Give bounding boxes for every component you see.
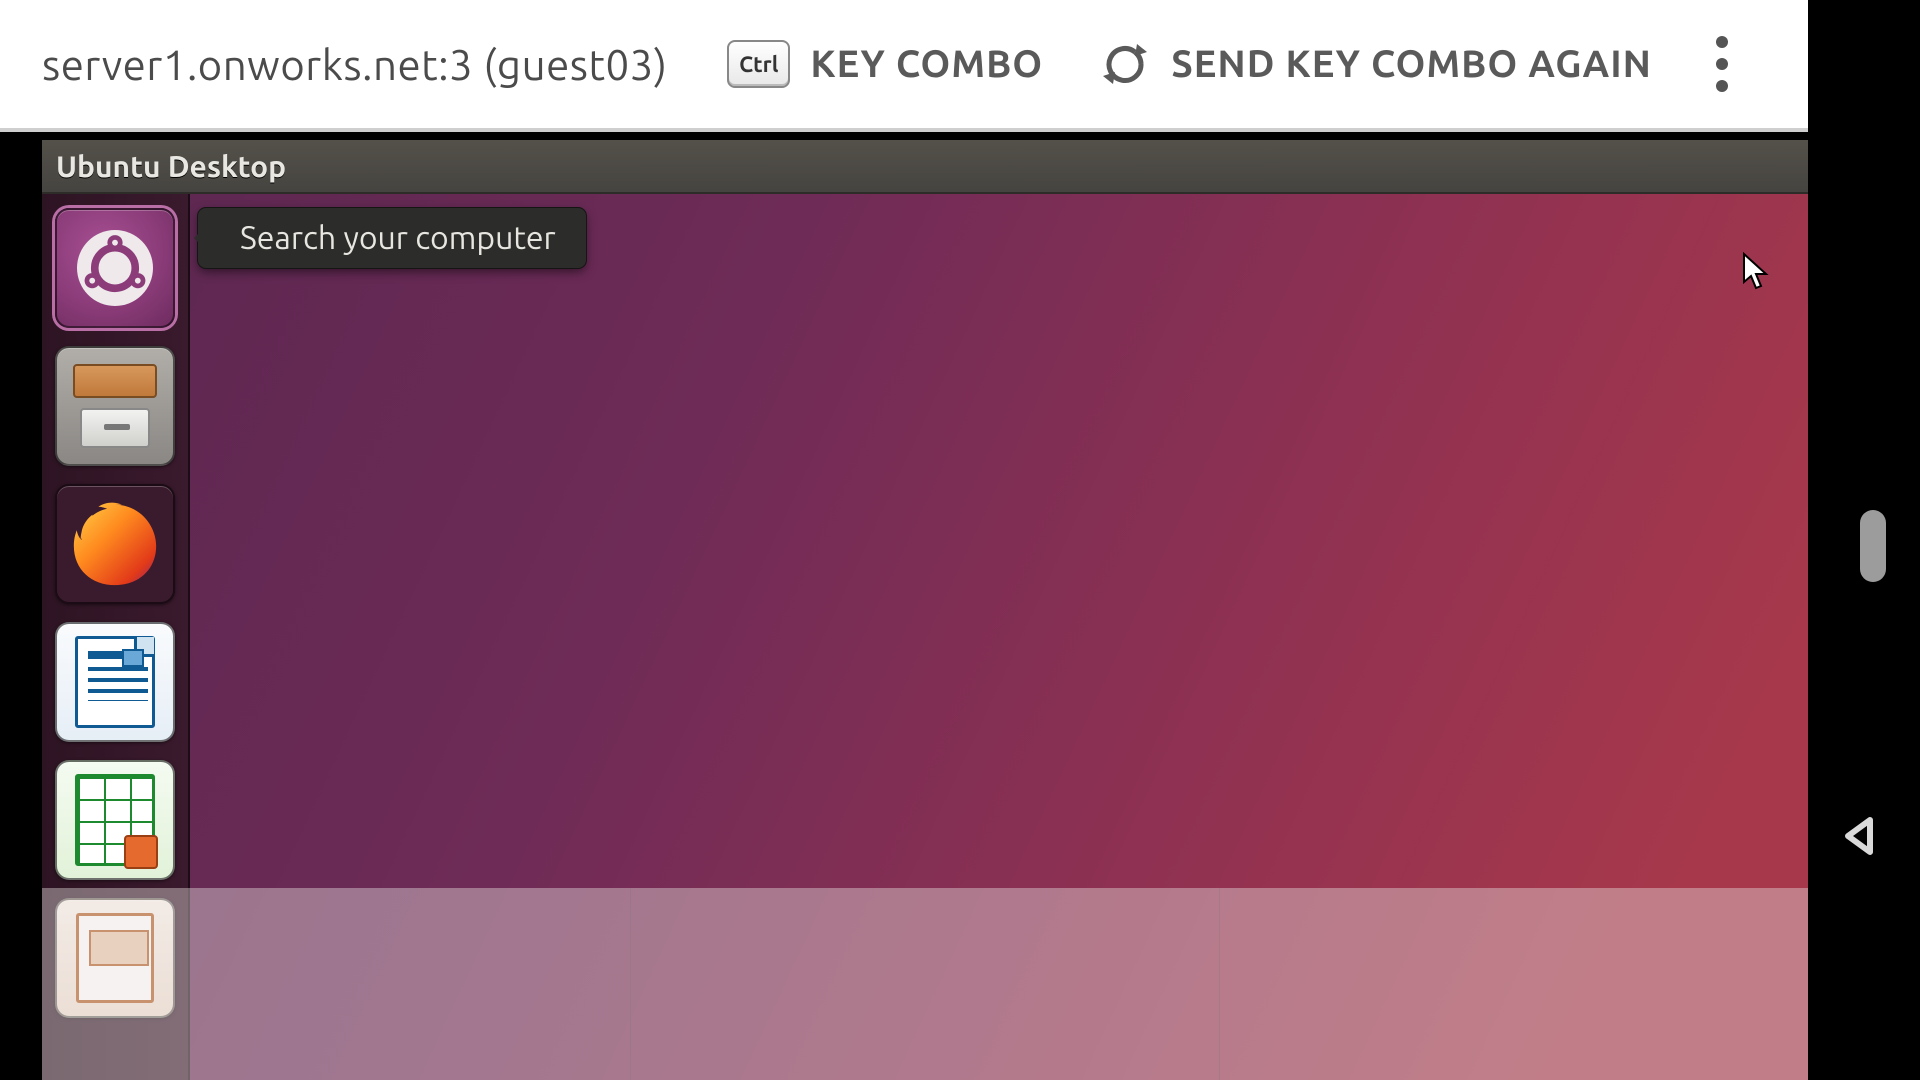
launcher-calc[interactable]: [55, 760, 175, 880]
overflow-menu-button[interactable]: [1708, 28, 1736, 100]
launcher-firefox[interactable]: [55, 484, 175, 604]
host-toolbar: server1.onworks.net:3 (guest03) Ctrl KEY…: [0, 0, 1808, 128]
scrollbar-thumb[interactable]: [1860, 510, 1886, 582]
android-overlay-strip: [42, 888, 1808, 1080]
remote-cursor-icon: [1742, 252, 1770, 292]
calc-icon: [75, 774, 155, 866]
ubuntu-menubar[interactable]: Ubuntu Desktop: [42, 140, 1808, 194]
overlay-segment[interactable]: [1220, 888, 1808, 1080]
host-divider: [0, 128, 1808, 132]
refresh-icon: [1099, 38, 1151, 90]
vnc-viewport[interactable]: Ubuntu Desktop: [42, 140, 1808, 1080]
back-triangle-icon: [1836, 812, 1884, 860]
key-combo-button[interactable]: Ctrl KEY COMBO: [727, 40, 1043, 88]
files-icon: [80, 408, 150, 448]
menubar-title: Ubuntu Desktop: [56, 149, 286, 183]
files-icon: [73, 364, 157, 398]
ubuntu-dash-icon: [77, 230, 153, 306]
launcher-files[interactable]: [55, 346, 175, 466]
writer-icon: [75, 636, 155, 728]
dot-icon: [1716, 80, 1728, 92]
key-combo-label: KEY COMBO: [810, 43, 1043, 85]
dot-icon: [1716, 58, 1728, 70]
ctrl-key-icon: Ctrl: [727, 40, 790, 88]
android-nav-rail: [1808, 0, 1920, 1080]
send-again-label: SEND KEY COMBO AGAIN: [1171, 43, 1652, 85]
host-actions: Ctrl KEY COMBO SEND KEY COMBO AGAIN: [727, 28, 1808, 100]
dot-icon: [1716, 36, 1728, 48]
firefox-icon: [66, 495, 164, 593]
android-back-button[interactable]: [1836, 812, 1884, 860]
connection-title: server1.onworks.net:3 (guest03): [42, 41, 668, 88]
dash-tooltip: Search your computer: [198, 208, 586, 268]
overlay-segment[interactable]: [631, 888, 1220, 1080]
send-key-combo-again-button[interactable]: SEND KEY COMBO AGAIN: [1099, 38, 1652, 90]
tooltip-text: Search your computer: [240, 220, 556, 256]
launcher-writer[interactable]: [55, 622, 175, 742]
overlay-segment[interactable]: [42, 888, 631, 1080]
desktop-workspace[interactable]: Search your computer: [42, 194, 1808, 1080]
launcher-dash[interactable]: [55, 208, 175, 328]
